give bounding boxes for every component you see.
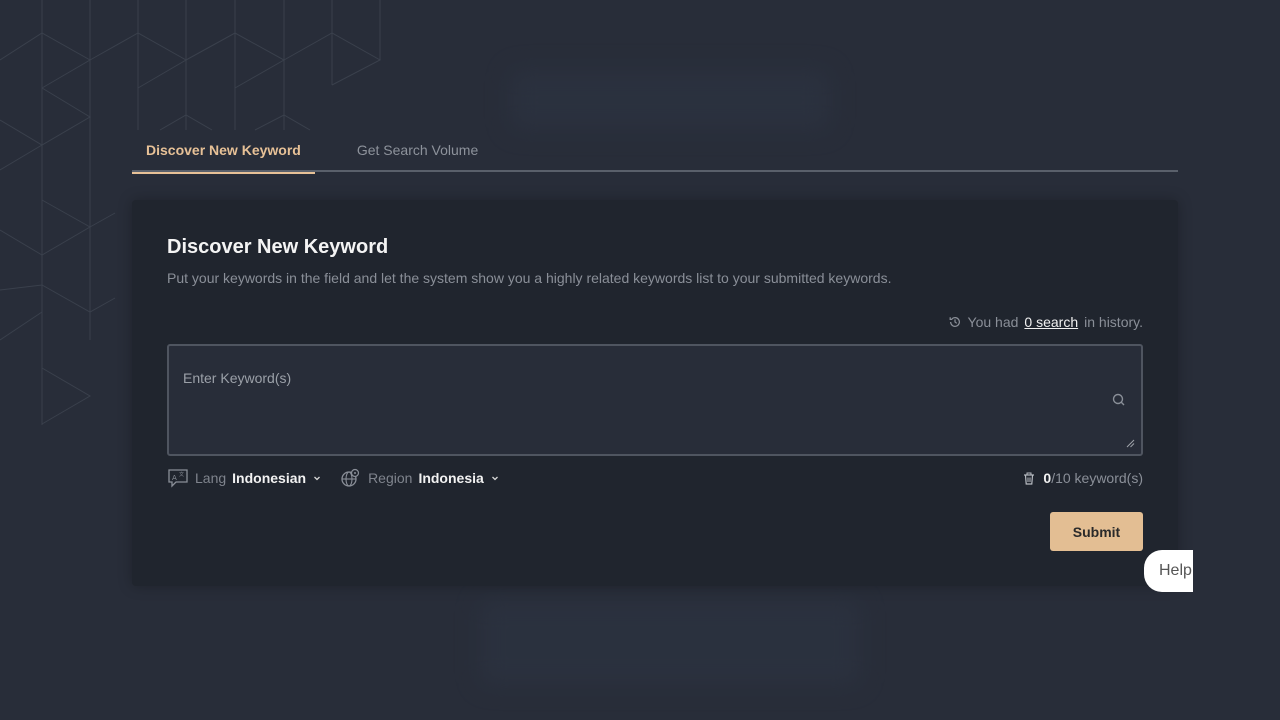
tab-discover-new-keyword[interactable]: Discover New Keyword [132, 128, 315, 174]
svg-text:A: A [172, 474, 177, 482]
history-suffix: in history. [1084, 314, 1143, 330]
translate-icon: A 文 [168, 469, 188, 488]
card-description: Put your keywords in the field and let t… [167, 270, 892, 286]
history-prefix: You had [967, 314, 1019, 330]
card-title: Discover New Keyword [167, 236, 389, 258]
search-options: A 文 Lang Indonesian Region Indonesia [167, 468, 518, 488]
keyword-counter: 0/10 keyword(s) [1023, 470, 1143, 486]
help-button[interactable]: Help [1144, 550, 1193, 592]
trash-icon[interactable] [1023, 472, 1035, 485]
resize-handle-icon[interactable] [1125, 438, 1135, 448]
lang-select[interactable]: A 文 Lang Indonesian [167, 468, 322, 488]
keyword-input[interactable] [169, 346, 1141, 454]
tab-get-search-volume[interactable]: Get Search Volume [343, 128, 492, 172]
background-blur [510, 70, 830, 130]
region-value: Indonesia [418, 470, 484, 486]
keyword-input-box [167, 344, 1143, 456]
globe-icon [341, 468, 360, 487]
discover-keyword-card: Discover New Keyword Put your keywords i… [132, 200, 1178, 586]
region-select[interactable]: Region Indonesia [340, 468, 500, 488]
tab-bar: Discover New Keyword Get Search Volume [132, 128, 1178, 174]
submit-button[interactable]: Submit [1050, 512, 1143, 551]
search-icon[interactable] [1111, 392, 1127, 408]
region-label: Region [368, 470, 413, 486]
search-history-link[interactable]: 0 search [1024, 314, 1078, 330]
lang-label: Lang [195, 470, 227, 486]
search-history: You had 0 search in history. [948, 314, 1143, 330]
chevron-down-icon [491, 476, 498, 481]
history-icon [949, 316, 960, 327]
lang-value: Indonesian [232, 470, 307, 486]
background-blur [480, 600, 860, 685]
chevron-down-icon [314, 476, 321, 481]
svg-text:文: 文 [179, 471, 184, 478]
keyword-limit: /10 keyword(s) [1051, 470, 1143, 486]
